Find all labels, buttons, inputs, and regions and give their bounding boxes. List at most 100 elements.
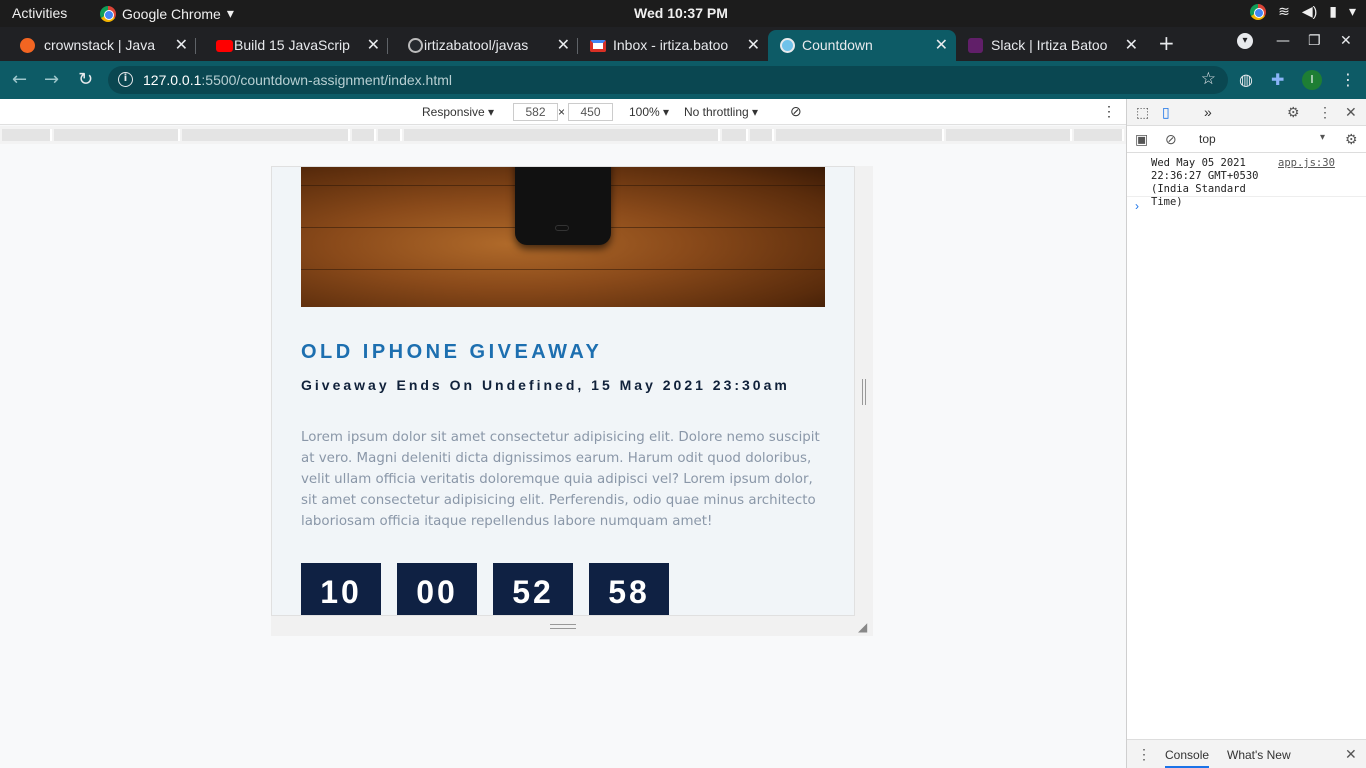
inspect-element-icon[interactable]: ⬚ xyxy=(1136,104,1149,121)
tab-github[interactable]: irtizabatool/javas ✕ xyxy=(388,30,578,61)
settings-gear-icon[interactable]: ⚙ xyxy=(1287,104,1300,121)
close-devtools-icon[interactable]: ✕ xyxy=(1345,104,1357,121)
tab-strip: crownstack | Java ✕ Build 15 JavaScrip ✕… xyxy=(0,27,1366,61)
giveaway-description: Lorem ipsum dolor sit amet consectetur a… xyxy=(301,430,820,529)
device-mode-select[interactable]: Responsive ▾ xyxy=(422,105,494,119)
more-tabs-icon[interactable]: » xyxy=(1204,104,1212,120)
app-menu[interactable]: Google Chrome ▾ xyxy=(100,5,234,22)
tab-label: Build 15 JavaScrip xyxy=(234,37,350,53)
globe-extension-icon[interactable]: ◍ xyxy=(1239,70,1253,89)
console-prompt-icon[interactable]: › xyxy=(1135,199,1139,213)
tab-label: irtizabatool/javas xyxy=(424,37,529,53)
dimension-times: × xyxy=(558,105,566,119)
device-toolbar: Responsive ▾ 582 × 450 100% ▾ No throttl… xyxy=(0,99,1126,125)
close-drawer-icon[interactable]: ✕ xyxy=(1345,746,1357,763)
close-window-icon[interactable]: ✕ xyxy=(1340,33,1352,49)
throttling-select[interactable]: No throttling ▾ xyxy=(684,105,758,119)
github-favicon-icon xyxy=(408,38,423,53)
globe-favicon-icon xyxy=(780,38,795,53)
tab-slack[interactable]: Slack | Irtiza Batoo ✕ xyxy=(958,30,1146,61)
countdown-days: 10 xyxy=(301,563,381,615)
battery-icon: ▮ xyxy=(1329,3,1337,19)
device-frame[interactable]: OLD IPHONE GIVEAWAY Giveaway Ends On Und… xyxy=(271,166,855,616)
log-source-link[interactable]: app.js:30 xyxy=(1278,157,1335,169)
context-select[interactable]: top xyxy=(1199,132,1216,146)
phone-image xyxy=(515,167,611,245)
viewport-width-input[interactable]: 582 xyxy=(513,103,558,121)
wifi-icon: ≋ xyxy=(1278,3,1290,19)
browser-toolbar: ← → ↻ i 127.0.0.1:5500/countdown-assignm… xyxy=(0,61,1366,99)
close-tab-icon[interactable]: ✕ xyxy=(747,35,760,55)
devtools-panel: ⬚ ▯ » ⚙ ⋮ ✕ ▣ ⊘ top ▾ ⚙ Wed May 05 2021 … xyxy=(1126,99,1366,768)
console-log-entry: Wed May 05 2021 22:36:27 GMT+0530 (India… xyxy=(1127,155,1366,208)
resize-handle-bottom[interactable] xyxy=(550,624,576,629)
device-toggle-icon[interactable]: ▯ xyxy=(1162,104,1170,121)
profile-avatar[interactable]: I xyxy=(1302,70,1322,90)
countdown-hours: 00 xyxy=(397,563,477,615)
resize-handle-right[interactable] xyxy=(862,379,866,405)
chevron-down-icon: ▾ xyxy=(1348,3,1356,19)
log-message: Wed May 05 2021 22:36:27 GMT+0530 (India… xyxy=(1151,157,1259,208)
back-icon[interactable]: ← xyxy=(12,69,27,90)
emulated-viewport-area: OLD IPHONE GIVEAWAY Giveaway Ends On Und… xyxy=(0,144,1126,768)
drawer-tab-whats-new[interactable]: What's New xyxy=(1227,748,1291,762)
device-more-icon[interactable]: ⋮ xyxy=(1102,103,1116,120)
devtools-drawer: ⋮ Console What's New ✕ xyxy=(1127,739,1366,768)
close-tab-icon[interactable]: ✕ xyxy=(175,35,188,55)
devtools-menu-icon[interactable]: ⋮ xyxy=(1318,104,1332,121)
chevron-down-icon: ▾ xyxy=(226,5,234,21)
more-menu-icon[interactable]: ⋮ xyxy=(1340,70,1356,89)
tab-gmail[interactable]: Inbox - irtiza.batoo ✕ xyxy=(578,30,768,61)
hero-image xyxy=(301,167,825,307)
tab-label: Inbox - irtiza.batoo xyxy=(613,37,729,53)
os-top-bar: Activities Google Chrome ▾ Wed 10:37 PM … xyxy=(0,0,1366,27)
gmail-favicon-icon xyxy=(590,40,606,52)
close-tab-icon[interactable]: ✕ xyxy=(557,35,570,55)
chrome-icon xyxy=(100,5,116,22)
tab-label: Countdown xyxy=(802,37,873,53)
rotate-icon[interactable]: ⊘ xyxy=(790,103,802,120)
tab-label: crownstack | Java xyxy=(44,37,156,53)
youtube-favicon-icon xyxy=(216,40,233,52)
drawer-menu-icon[interactable]: ⋮ xyxy=(1137,746,1151,763)
volume-icon: ◀) xyxy=(1301,3,1318,19)
giveaway-title: OLD IPHONE GIVEAWAY xyxy=(301,341,603,363)
resize-handle-corner[interactable]: ◢ xyxy=(858,620,867,634)
tab-label: Slack | Irtiza Batoo xyxy=(991,37,1108,53)
new-tab-button[interactable]: + xyxy=(1158,31,1175,55)
extensions-puzzle-icon[interactable]: ✚ xyxy=(1271,70,1284,89)
giveaway-end-date: Giveaway Ends On Undefined, 15 May 2021 … xyxy=(301,377,790,393)
url-text: 127.0.0.1:5500/countdown-assignment/inde… xyxy=(143,72,452,88)
tab-search-icon[interactable]: ▾ xyxy=(1237,33,1253,49)
tab-crownstack[interactable]: crownstack | Java ✕ xyxy=(0,30,196,61)
clear-console-icon[interactable]: ⊘ xyxy=(1165,131,1177,148)
countdown: 10 00 52 58 xyxy=(301,563,669,615)
media-query-bar[interactable] xyxy=(0,126,1126,144)
clock[interactable]: Wed 10:37 PM xyxy=(634,5,728,21)
viewport-height-input[interactable]: 450 xyxy=(568,103,613,121)
reload-icon[interactable]: ↻ xyxy=(78,69,93,90)
address-bar[interactable]: i 127.0.0.1:5500/countdown-assignment/in… xyxy=(108,66,1228,94)
crownstack-favicon-icon xyxy=(20,38,35,53)
countdown-seconds: 58 xyxy=(589,563,669,615)
site-info-icon[interactable]: i xyxy=(118,72,133,87)
forward-icon[interactable]: → xyxy=(44,69,59,90)
countdown-minutes: 52 xyxy=(493,563,573,615)
activities-button[interactable]: Activities xyxy=(12,5,67,21)
system-tray[interactable]: ≋ ◀) ▮ ▾ xyxy=(1250,3,1356,20)
console-settings-icon[interactable]: ⚙ xyxy=(1345,131,1358,148)
minimize-icon[interactable]: — xyxy=(1276,33,1290,49)
drawer-tab-console[interactable]: Console xyxy=(1165,748,1210,768)
tab-youtube[interactable]: Build 15 JavaScrip ✕ xyxy=(196,30,388,61)
close-tab-icon[interactable]: ✕ xyxy=(367,35,380,55)
devtools-tab-bar: ⬚ ▯ » ⚙ ⋮ ✕ xyxy=(1127,99,1366,126)
close-tab-icon[interactable]: ✕ xyxy=(935,35,948,55)
zoom-select[interactable]: 100% ▾ xyxy=(629,105,669,119)
bookmark-star-icon[interactable]: ☆ xyxy=(1201,69,1216,89)
sidebar-toggle-icon[interactable]: ▣ xyxy=(1135,131,1148,148)
tab-countdown[interactable]: Countdown ✕ xyxy=(768,30,956,61)
chevron-down-icon: ▾ xyxy=(1320,132,1326,143)
restore-icon[interactable]: ❐ xyxy=(1308,33,1321,49)
close-tab-icon[interactable]: ✕ xyxy=(1125,35,1138,55)
chrome-tray-icon[interactable] xyxy=(1250,3,1267,20)
